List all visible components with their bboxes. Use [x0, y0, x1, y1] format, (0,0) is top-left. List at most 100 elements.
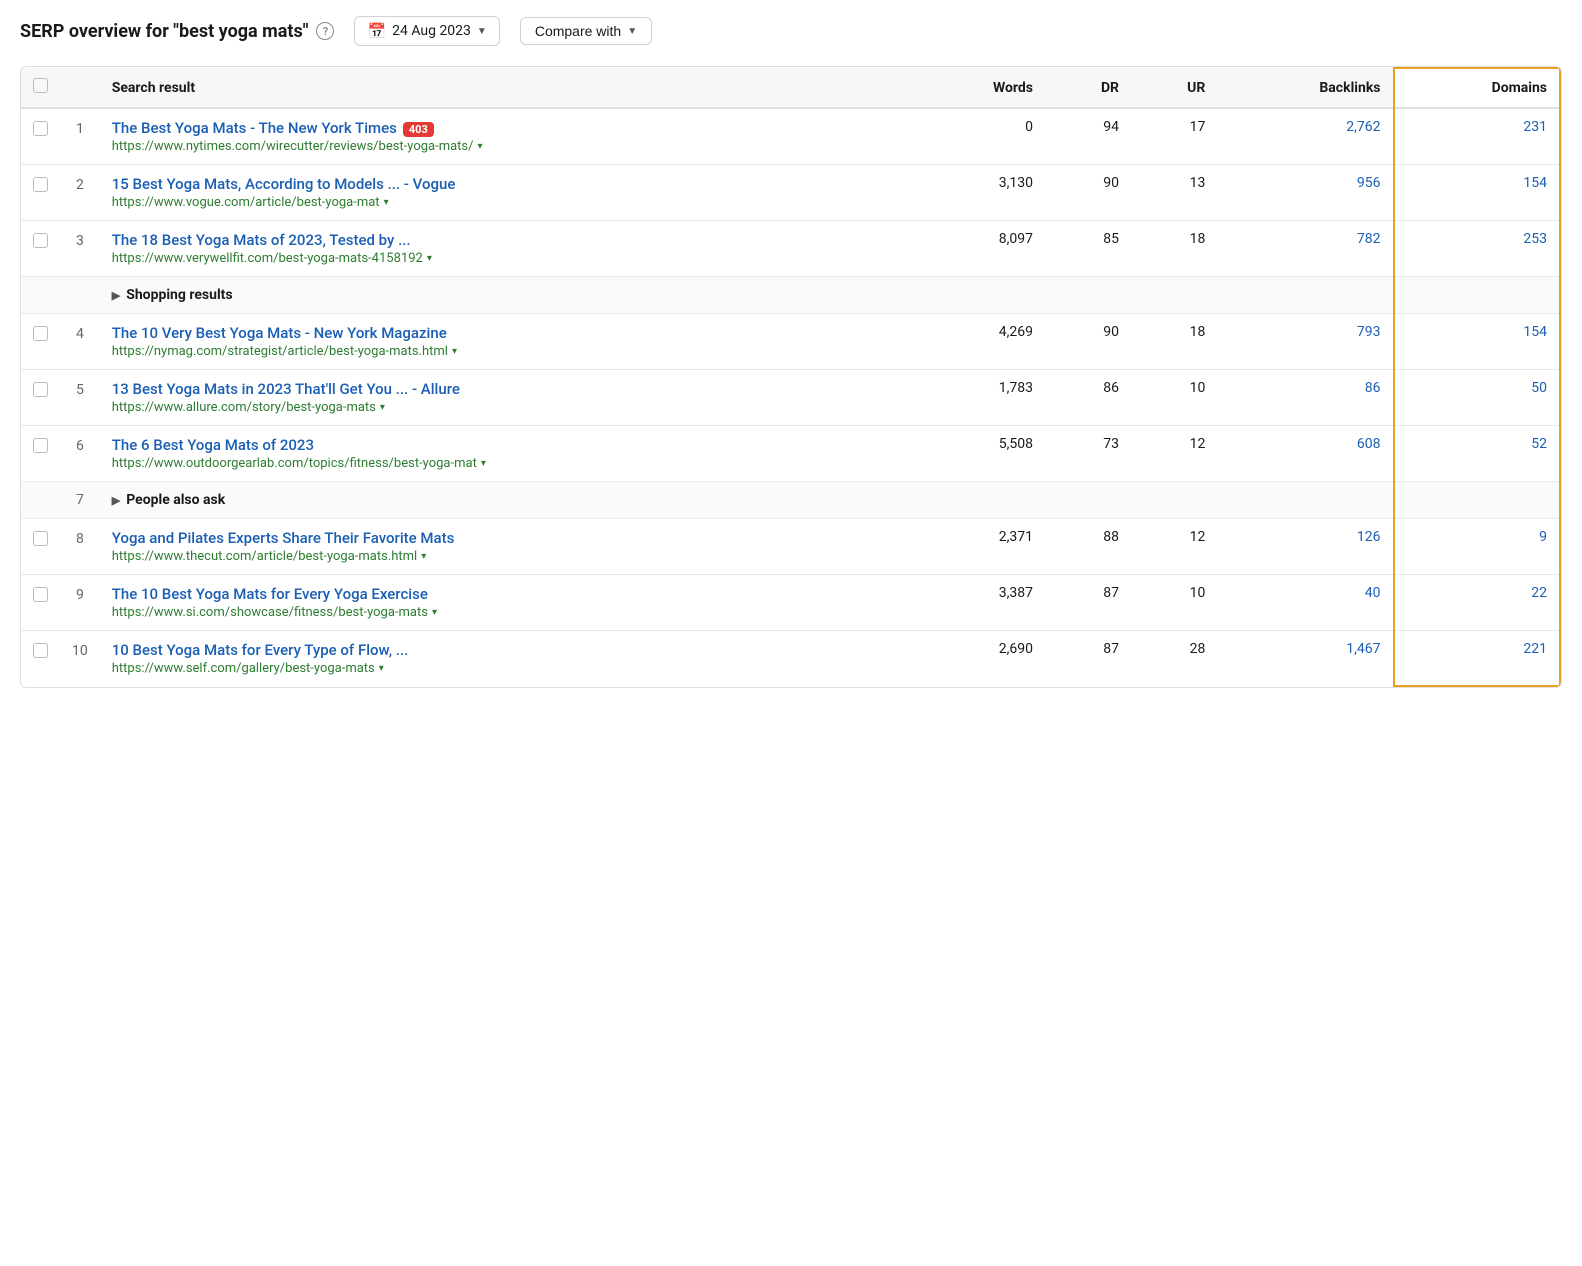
row-checkbox[interactable] — [33, 587, 48, 602]
result-title-link[interactable]: The 18 Best Yoga Mats of 2023, Tested by… — [112, 231, 411, 249]
url-dropdown-arrow-icon[interactable]: ▾ — [380, 402, 385, 413]
result-url-text: https://www.allure.com/story/best-yoga-m… — [112, 400, 376, 415]
result-title-link[interactable]: The Best Yoga Mats - The New York Times — [112, 119, 397, 137]
result-url: https://www.nytimes.com/wirecutter/revie… — [112, 139, 902, 154]
row-num-cell: 4 — [60, 314, 100, 370]
date-picker[interactable]: 📅 24 Aug 2023 ▼ — [354, 16, 499, 46]
help-icon[interactable]: ? — [316, 22, 334, 40]
result-title: The 10 Very Best Yoga Mats - New York Ma… — [112, 324, 902, 342]
row-result-cell: 10 Best Yoga Mats for Every Type of Flow… — [100, 631, 914, 687]
row-domains-cell[interactable]: 253 — [1394, 221, 1560, 277]
url-dropdown-arrow-icon[interactable]: ▾ — [481, 458, 486, 469]
row-result-cell: The 10 Best Yoga Mats for Every Yoga Exe… — [100, 575, 914, 631]
table-row: 1010 Best Yoga Mats for Every Type of Fl… — [21, 631, 1560, 687]
result-url-text: https://www.thecut.com/article/best-yoga… — [112, 549, 417, 564]
col-header-num — [60, 68, 100, 108]
row-dr-cell: 90 — [1045, 314, 1131, 370]
compare-label: Compare with — [535, 23, 621, 39]
row-backlinks-cell[interactable]: 86 — [1217, 370, 1393, 426]
row-backlinks-cell[interactable]: 2,762 — [1217, 108, 1393, 165]
row-ur-cell: 12 — [1131, 519, 1217, 575]
row-result-cell: The 10 Very Best Yoga Mats - New York Ma… — [100, 314, 914, 370]
row-backlinks-cell[interactable]: 126 — [1217, 519, 1393, 575]
col-header-search-result: Search result — [100, 68, 914, 108]
result-url: https://www.vogue.com/article/best-yoga-… — [112, 195, 902, 210]
row-domains-cell[interactable]: 22 — [1394, 575, 1560, 631]
row-checkbox[interactable] — [33, 643, 48, 658]
result-title: The 6 Best Yoga Mats of 2023 — [112, 436, 902, 454]
row-backlinks-cell[interactable]: 956 — [1217, 165, 1393, 221]
row-checkbox[interactable] — [33, 233, 48, 248]
row-checkbox[interactable] — [33, 438, 48, 453]
row-dr-cell: 73 — [1045, 426, 1131, 482]
result-url-text: https://www.si.com/showcase/fitness/best… — [112, 605, 428, 620]
row-backlinks-cell[interactable]: 608 — [1217, 426, 1393, 482]
row-words-cell: 5,508 — [914, 426, 1045, 482]
result-title-link[interactable]: Yoga and Pilates Experts Share Their Fav… — [112, 529, 455, 547]
row-num-cell: 5 — [60, 370, 100, 426]
table-row: 7▶People also ask — [21, 482, 1560, 519]
result-url: https://www.verywellfit.com/best-yoga-ma… — [112, 251, 902, 266]
result-url-text: https://www.vogue.com/article/best-yoga-… — [112, 195, 380, 210]
col-header-domains: Domains — [1394, 68, 1560, 108]
row-num-cell: 3 — [60, 221, 100, 277]
row-backlinks-cell[interactable]: 793 — [1217, 314, 1393, 370]
result-title-link[interactable]: 10 Best Yoga Mats for Every Type of Flow… — [112, 641, 409, 659]
row-backlinks-cell[interactable]: 1,467 — [1217, 631, 1393, 687]
row-check-cell — [21, 575, 60, 631]
result-title-link[interactable]: The 10 Best Yoga Mats for Every Yoga Exe… — [112, 585, 428, 603]
result-title-link[interactable]: 15 Best Yoga Mats, According to Models .… — [112, 175, 456, 193]
row-check-cell — [21, 108, 60, 165]
url-dropdown-arrow-icon[interactable]: ▾ — [478, 141, 483, 152]
row-domains-cell[interactable]: 50 — [1394, 370, 1560, 426]
row-domains-cell[interactable]: 154 — [1394, 165, 1560, 221]
row-checkbox[interactable] — [33, 382, 48, 397]
row-domains-cell[interactable]: 9 — [1394, 519, 1560, 575]
row-num-cell: 1 — [60, 108, 100, 165]
title-text: SERP overview for "best yoga mats" — [20, 21, 308, 42]
compare-with-button[interactable]: Compare with ▼ — [520, 17, 652, 45]
compare-chevron: ▼ — [627, 26, 637, 37]
calendar-icon: 📅 — [367, 22, 386, 40]
row-backlinks-cell[interactable]: 40 — [1217, 575, 1393, 631]
expand-arrow-icon[interactable]: ▶ — [112, 289, 120, 302]
row-dr-cell: 94 — [1045, 108, 1131, 165]
url-dropdown-arrow-icon[interactable]: ▾ — [427, 253, 432, 264]
result-url: https://www.allure.com/story/best-yoga-m… — [112, 400, 902, 415]
row-checkbox[interactable] — [33, 121, 48, 136]
table-row: 1The Best Yoga Mats - The New York Times… — [21, 108, 1560, 165]
row-backlinks-cell[interactable]: 782 — [1217, 221, 1393, 277]
table-row: ▶ Shopping results — [21, 277, 1560, 314]
select-all-checkbox[interactable] — [33, 78, 48, 93]
url-dropdown-arrow-icon[interactable]: ▾ — [384, 197, 389, 208]
result-url-text: https://nymag.com/strategist/article/bes… — [112, 344, 448, 359]
row-domains-cell[interactable]: 52 — [1394, 426, 1560, 482]
row-ur-cell: 18 — [1131, 221, 1217, 277]
row-domains-cell[interactable]: 221 — [1394, 631, 1560, 687]
table-row: 5 13 Best Yoga Mats in 2023 That'll Get Y… — [21, 370, 1560, 426]
special-row-label: Shopping results — [126, 287, 232, 303]
col-header-check — [21, 68, 60, 108]
row-result-cell: The Best Yoga Mats - The New York Times4… — [100, 108, 914, 165]
row-check-cell — [21, 221, 60, 277]
url-dropdown-arrow-icon[interactable]: ▾ — [452, 346, 457, 357]
url-dropdown-arrow-icon[interactable]: ▾ — [421, 551, 426, 562]
url-dropdown-arrow-icon[interactable]: ▾ — [432, 607, 437, 618]
row-result-cell: 13 Best Yoga Mats in 2023 That'll Get Yo… — [100, 370, 914, 426]
expand-arrow-icon[interactable]: ▶ — [112, 494, 120, 507]
row-checkbox[interactable] — [33, 531, 48, 546]
row-checkbox[interactable] — [33, 326, 48, 341]
row-ur-cell: 18 — [1131, 314, 1217, 370]
col-header-ur: UR — [1131, 68, 1217, 108]
special-domains-cell — [1394, 482, 1560, 519]
row-domains-cell[interactable]: 154 — [1394, 314, 1560, 370]
result-title-link[interactable]: 13 Best Yoga Mats in 2023 That'll Get Yo… — [112, 380, 460, 398]
result-title-link[interactable]: The 6 Best Yoga Mats of 2023 — [112, 436, 314, 454]
result-title-link[interactable]: The 10 Very Best Yoga Mats - New York Ma… — [112, 324, 447, 342]
row-dr-cell: 90 — [1045, 165, 1131, 221]
url-dropdown-arrow-icon[interactable]: ▾ — [379, 663, 384, 674]
table-header-row: Search result Words DR UR Backlinks Doma… — [21, 68, 1560, 108]
row-checkbox[interactable] — [33, 177, 48, 192]
row-result-cell: The 18 Best Yoga Mats of 2023, Tested by… — [100, 221, 914, 277]
row-domains-cell[interactable]: 231 — [1394, 108, 1560, 165]
